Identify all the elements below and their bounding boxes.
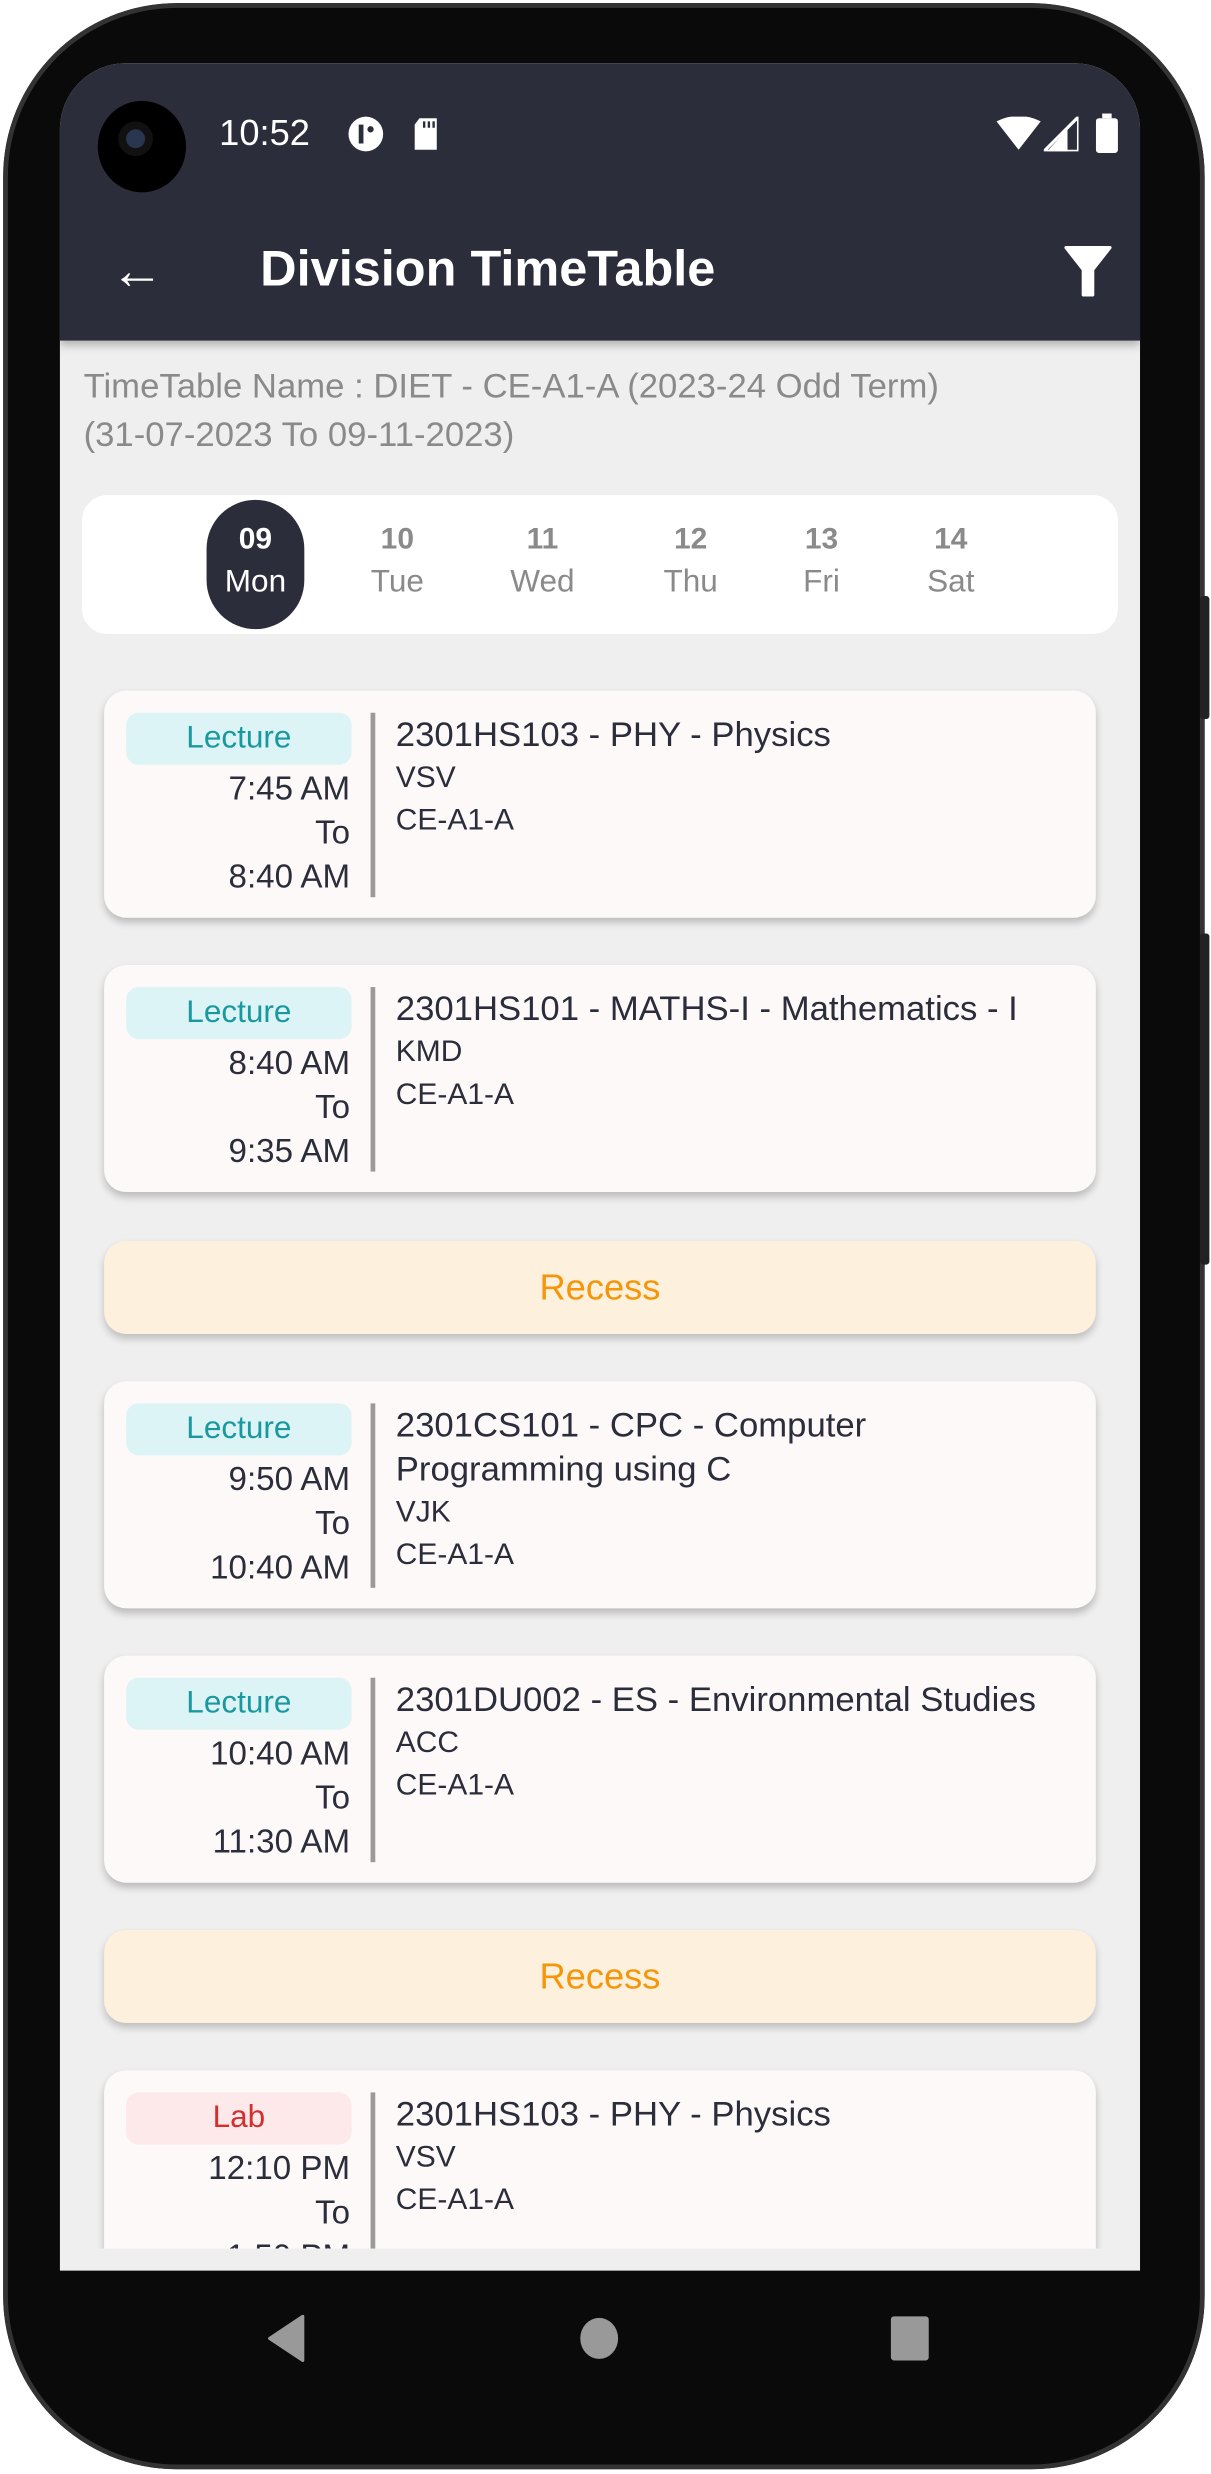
divider [370,1403,376,1588]
day-label: Fri [803,564,840,600]
division: CE-A1-A [395,1538,514,1573]
wifi-icon [996,116,1041,150]
divider [370,1677,376,1863]
session-info: 2301HS103 - PHY - Physics VSV CE-A1-A [396,713,1074,842]
volume-button [1199,933,1210,1265]
day-wed[interactable]: 11 Wed [494,500,592,629]
status-time: 10:52 [219,111,310,153]
session-info: 2301HS101 - MATHS-I - Mathematics - I KMD… [396,987,1074,1116]
day-number: 10 [380,523,415,557]
session-card[interactable]: Lecture 7:45 AM To 8:40 AM 2301HS103 - PHY… [104,690,1096,918]
divider [370,712,376,898]
to-label: To [315,815,351,852]
session-card[interactable]: Lab 12:10 PM To 1:50 PM 2301HS103 - PHY - … [104,2070,1096,2249]
timetable-name: TimeTable Name : DIET - CE-A1-A (2023-24… [84,361,1125,459]
end-time: 11:30 AM [212,1824,351,1861]
recess-banner: Recess [104,1930,1096,2024]
battery-icon [1095,113,1118,153]
signal-icon [1043,116,1079,152]
camera-cutout [97,100,187,193]
day-number: 13 [804,523,839,557]
arrow-left-icon: ← [110,241,164,302]
nav-back-button[interactable] [265,2314,306,2363]
day-tue[interactable]: 10 Tue [348,500,446,629]
nav-home-button[interactable] [579,2316,620,2360]
app-header: 10:52 ← Division TimeTable [59,63,1141,341]
session-info: 2301CS101 - CPC - Computer Programming u… [396,1403,1074,1576]
day-sat[interactable]: 14 Sat [902,500,1000,629]
day-number: 11 [526,523,559,557]
day-label: Tue [370,564,424,600]
recess-banner: Recess [104,1240,1096,1334]
day-number: 12 [673,523,708,557]
start-time: 10:40 AM [210,1736,351,1773]
sd-card-icon [414,118,437,150]
nav-recents-button[interactable] [889,2315,930,2362]
day-fri[interactable]: 13 Fri [773,500,871,629]
session-type-badge: Lecture [126,712,352,765]
session-time: 12:10 PM To 1:50 PM [208,2148,350,2249]
session-type-badge: Lab [126,2092,352,2145]
navigation-bar [60,2271,1140,2413]
session-type-badge: Lecture [126,1403,352,1456]
day-label: Sat [927,564,975,600]
division: CE-A1-A [395,2183,514,2217]
timetable-name-line: TimeTable Name : DIET - CE-A1-A (2023-24… [83,365,939,406]
session-card[interactable]: Lecture 9:50 AM To 10:40 AM 2301CS101 - CP… [104,1381,1096,1609]
session-type-badge: Lecture [126,1677,352,1730]
end-time: 9:35 AM [228,1133,351,1170]
faculty: VSV [395,2141,456,2175]
session-time: 9:50 AM To 10:40 AM [210,1459,350,1591]
end-time: 10:40 AM [210,1549,351,1587]
day-selector: 09 Mon 10 Tue 11 Wed 12 Thu 13 Fri 14 Sat [81,495,1118,634]
subject: 2301HS101 - MATHS-I - Mathematics - I [395,988,1018,1029]
timetable-date-range: (31-07-2023 To 09-11-2023) [83,414,515,455]
divider [370,987,376,1172]
division: CE-A1-A [395,1769,514,1803]
subject: 2301HS103 - PHY - Physics [395,2093,831,2134]
day-label: Mon [224,564,287,600]
subject: 2301HS103 - PHY - Physics [395,714,831,754]
session-info: 2301HS103 - PHY - Physics VSV CE-A1-A [396,2092,1074,2221]
screen: 10:52 ← Division TimeTable TimeTable Nam… [59,63,1141,2271]
division: CE-A1-A [395,804,514,838]
day-thu[interactable]: 12 Thu [642,500,740,629]
to-label: To [315,1089,351,1126]
start-time: 8:40 AM [228,1045,351,1082]
power-button [1199,596,1210,720]
subject: 2301DU002 - ES - Environmental Studies [395,1679,1036,1719]
start-time: 7:45 AM [228,771,351,808]
day-number: 09 [238,523,273,557]
day-number: 14 [934,523,968,557]
day-label: Thu [663,564,718,600]
page-title: Division TimeTable [260,239,716,297]
faculty: KMD [395,1035,463,1070]
back-button[interactable]: ← [110,240,164,303]
start-time: 12:10 PM [208,2150,351,2188]
division: CE-A1-A [395,1078,514,1112]
data-saver-icon [348,116,384,152]
faculty: VSV [395,761,456,795]
session-type-badge: Lecture [126,987,352,1040]
subject: 2301CS101 - CPC - Computer Programming u… [395,1404,867,1489]
faculty: VJK [395,1496,451,1530]
day-label: Wed [510,564,575,600]
faculty: ACC [395,1726,460,1760]
session-card[interactable]: Lecture 8:40 AM To 9:35 AM 2301HS101 - MAT… [104,965,1096,1193]
end-time: 1:50 PM [208,2236,350,2248]
divider [370,2092,376,2249]
session-time: 7:45 AM To 8:40 AM [229,768,351,900]
end-time: 8:40 AM [228,859,351,896]
to-label: To [315,1780,351,1817]
session-time: 10:40 AM To 11:30 AM [210,1733,350,1865]
session-time: 8:40 AM To 9:35 AM [229,1042,351,1174]
session-info: 2301DU002 - ES - Environmental Studies AC… [396,1678,1074,1807]
to-label: To [315,2194,351,2232]
day-mon[interactable]: 09 Mon [206,499,305,630]
session-card[interactable]: Lecture 10:40 AM To 11:30 AM 2301DU002 - E… [104,1655,1096,1883]
filter-button[interactable] [1064,245,1112,297]
to-label: To [315,1505,351,1543]
start-time: 9:50 AM [228,1461,351,1498]
